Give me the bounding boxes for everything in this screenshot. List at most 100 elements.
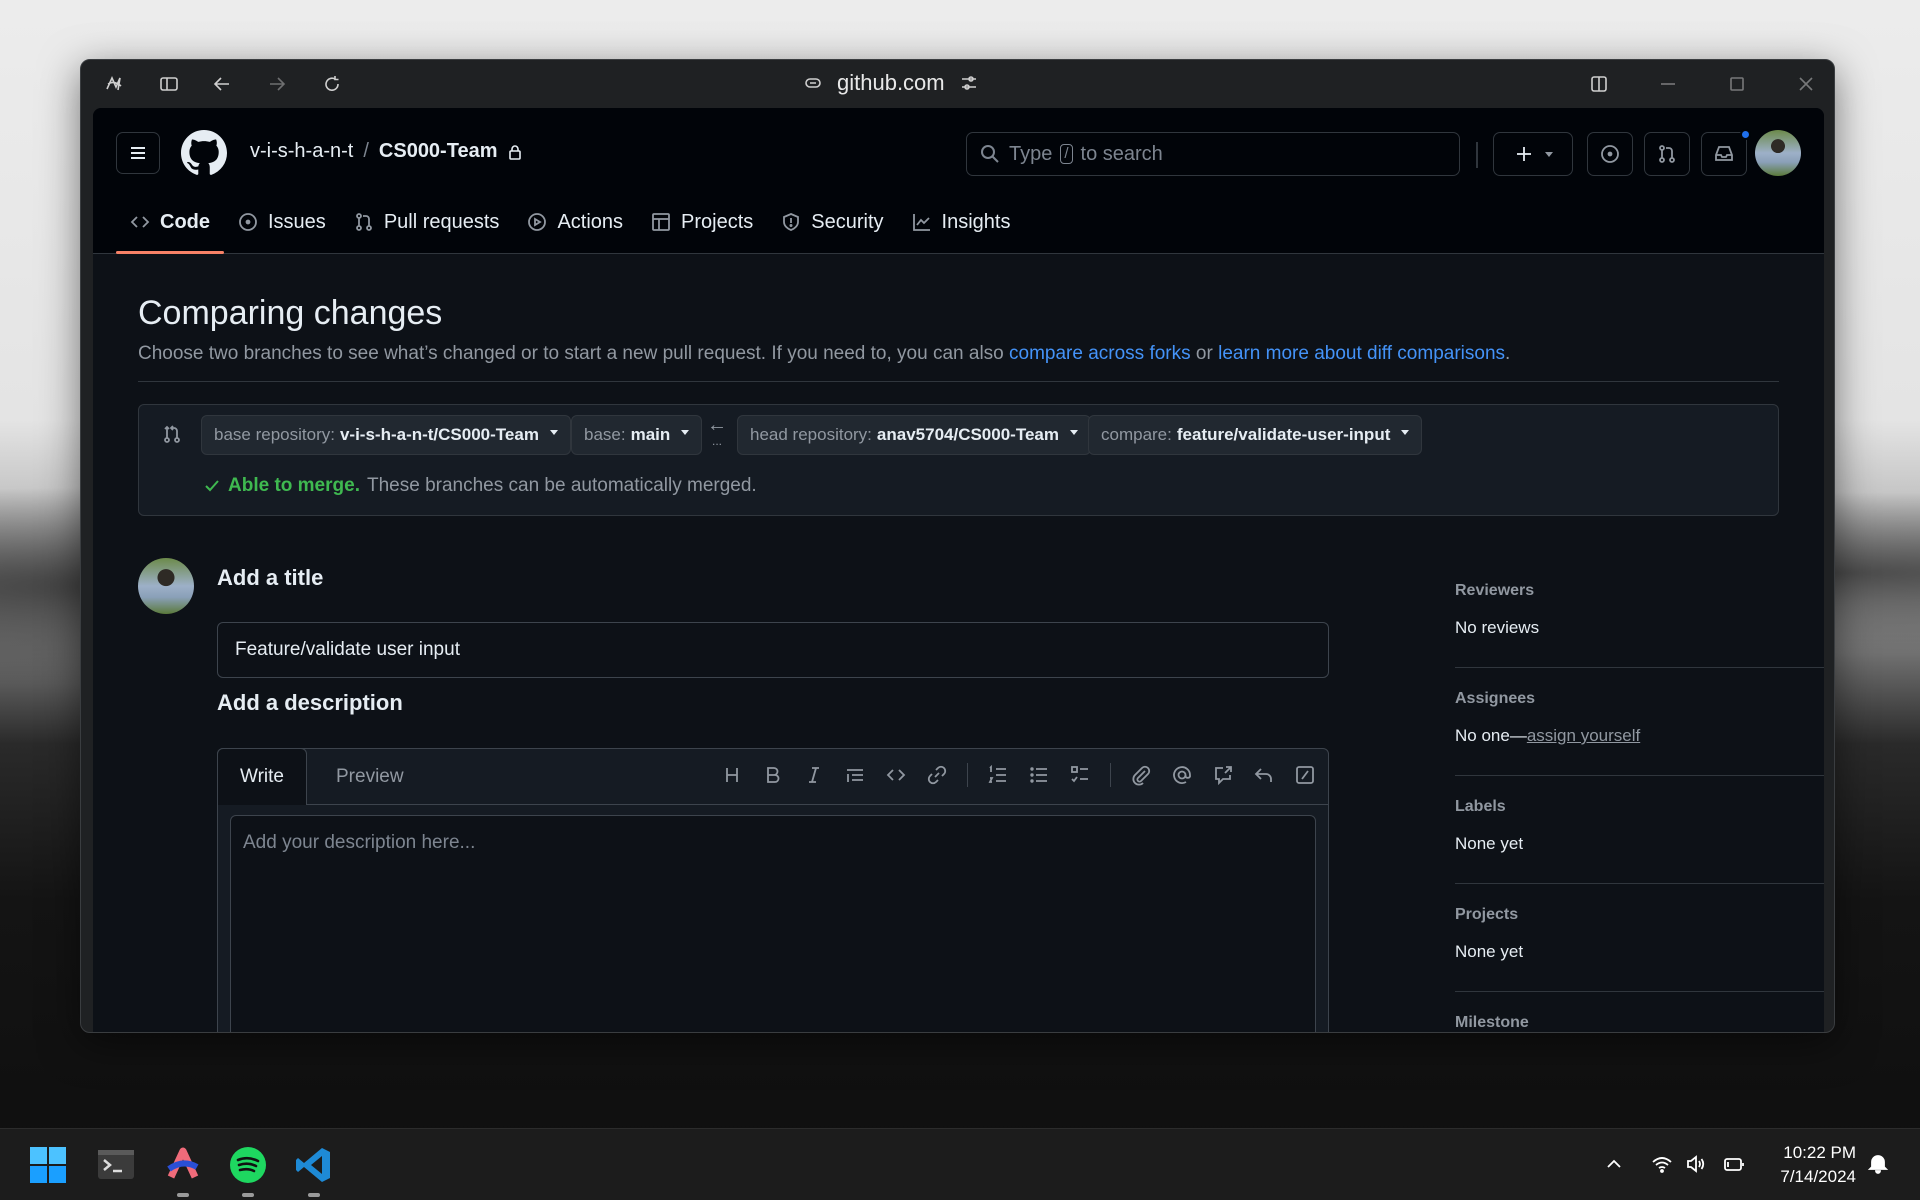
- tab-code[interactable]: Code: [116, 194, 224, 254]
- battery-icon[interactable]: [1723, 1153, 1745, 1180]
- minimize-icon[interactable]: [1657, 73, 1679, 95]
- tab-insights[interactable]: Insights: [898, 194, 1025, 250]
- chevron-down-icon: [1545, 151, 1553, 157]
- editor-tabs: Write Preview: [217, 748, 1328, 805]
- search-placeholder-after: to search: [1080, 142, 1163, 165]
- markdown-toolbar: [721, 763, 1316, 787]
- link-icon: [805, 78, 821, 88]
- tab-label: Code: [160, 210, 210, 233]
- italic-icon[interactable]: [803, 764, 825, 786]
- hamburger-icon: [131, 147, 145, 159]
- sidebar-value: No reviews: [1455, 618, 1540, 637]
- slash-command-icon[interactable]: [1294, 764, 1316, 786]
- base-repository-select[interactable]: base repository: v-i-s-h-a-n-t/CS000-Team: [201, 415, 571, 455]
- tab-security[interactable]: Security: [767, 194, 897, 250]
- bold-icon[interactable]: [762, 764, 784, 786]
- cross-reference-icon[interactable]: [1212, 764, 1234, 786]
- address-bar[interactable]: github.com: [803, 70, 979, 96]
- preview-tab[interactable]: Preview: [314, 748, 426, 805]
- app-logo-icon[interactable]: [103, 73, 125, 95]
- unordered-list-icon[interactable]: [1028, 764, 1050, 786]
- pr-title-input[interactable]: [217, 622, 1329, 678]
- task-list-icon[interactable]: [1069, 764, 1091, 786]
- sidebar-reviewers: Reviewers No reviews: [1455, 560, 1824, 668]
- tab-issues[interactable]: Issues: [224, 194, 340, 250]
- attachment-icon[interactable]: [1130, 764, 1152, 786]
- system-clock[interactable]: 10:22 PM 7/14/2024: [1766, 1141, 1856, 1189]
- tab-actions[interactable]: Actions: [513, 194, 637, 250]
- create-new-button[interactable]: [1493, 132, 1573, 176]
- head-repository-select[interactable]: head repository: anav5704/CS000-Team: [737, 415, 1091, 455]
- caret-down-icon: [549, 429, 558, 435]
- caret-down-icon: [1069, 429, 1078, 435]
- description-textarea[interactable]: Add your description here...: [230, 815, 1316, 1032]
- tab-projects[interactable]: Projects: [637, 194, 767, 250]
- sidebar-heading: Projects: [1455, 906, 1519, 923]
- title-heading: Add a title: [217, 565, 324, 590]
- sidebar-toggle-icon[interactable]: [158, 73, 180, 95]
- page-title: Comparing changes: [138, 294, 443, 332]
- table-icon: [652, 213, 670, 231]
- pull-requests-button[interactable]: [1644, 132, 1690, 176]
- code-icon: [130, 216, 150, 228]
- search-input[interactable]: Type / to search: [966, 132, 1460, 176]
- code-icon[interactable]: [885, 764, 907, 786]
- notification-bell-icon[interactable]: [1867, 1153, 1889, 1180]
- main-content: Comparing changes Choose two branches to…: [138, 254, 1824, 1032]
- base-branch-select[interactable]: base: main: [571, 415, 703, 455]
- check-icon: [205, 480, 219, 492]
- assign-yourself-link[interactable]: assign yourself: [1527, 726, 1640, 745]
- inbox-button[interactable]: [1701, 129, 1751, 176]
- menu-button[interactable]: [116, 132, 160, 174]
- sidebar-projects: Projects None yet: [1455, 884, 1824, 992]
- sidebar-heading: Reviewers: [1455, 582, 1535, 599]
- windows-start-icon[interactable]: [28, 1145, 68, 1185]
- tab-pull-requests[interactable]: Pull requests: [340, 194, 514, 250]
- sidebar-heading: Milestone: [1455, 1014, 1529, 1031]
- caret-down-icon: [1401, 429, 1410, 435]
- split-view-icon[interactable]: [1588, 73, 1610, 95]
- merge-status-text: These branches can be automatically merg…: [366, 475, 757, 496]
- forward-icon[interactable]: [266, 73, 288, 95]
- inbox-icon: [1715, 146, 1733, 161]
- owner-link[interactable]: v-i-s-h-a-n-t: [250, 140, 353, 163]
- heading-icon[interactable]: [721, 764, 743, 786]
- arc-browser-icon[interactable]: [163, 1145, 203, 1197]
- terminal-icon[interactable]: [96, 1145, 136, 1185]
- issues-button[interactable]: [1587, 132, 1633, 176]
- select-label: compare:: [1101, 425, 1172, 444]
- compare-across-forks-link[interactable]: compare across forks: [1009, 343, 1191, 364]
- sidebar-heading: Labels: [1455, 798, 1506, 815]
- repo-link[interactable]: CS000-Team: [379, 140, 498, 163]
- volume-icon[interactable]: [1685, 1153, 1707, 1180]
- sidebar-milestone: Milestone: [1455, 992, 1824, 1032]
- ordered-list-icon[interactable]: [987, 764, 1009, 786]
- site-settings-icon[interactable]: [959, 73, 979, 93]
- user-avatar[interactable]: [1755, 130, 1801, 176]
- maximize-icon[interactable]: [1726, 73, 1748, 95]
- vscode-icon[interactable]: [294, 1145, 334, 1197]
- select-value: anav5704/CS000-Team: [876, 425, 1059, 444]
- saved-reply-icon[interactable]: [1253, 764, 1275, 786]
- search-shortcut-key: /: [1060, 144, 1073, 164]
- spotify-icon[interactable]: [228, 1145, 268, 1197]
- github-logo-icon[interactable]: [181, 130, 227, 176]
- pull-request-icon: [1659, 145, 1675, 163]
- close-icon[interactable]: [1795, 73, 1817, 95]
- write-tab[interactable]: Write: [217, 748, 307, 805]
- learn-more-diff-link[interactable]: learn more about diff comparisons: [1218, 343, 1505, 364]
- running-indicator: [177, 1193, 189, 1197]
- lock-icon: [509, 144, 522, 160]
- chevron-up-icon[interactable]: [1603, 1153, 1625, 1180]
- quote-icon[interactable]: [844, 764, 866, 786]
- description-heading: Add a description: [217, 690, 403, 715]
- search-icon: [981, 145, 999, 163]
- mention-icon[interactable]: [1171, 764, 1193, 786]
- wifi-icon[interactable]: [1651, 1153, 1673, 1180]
- repo-tabs: Code Issues Pull requests Actions Projec…: [116, 194, 1024, 254]
- link-icon[interactable]: [926, 764, 948, 786]
- back-icon[interactable]: [211, 73, 233, 95]
- reload-icon[interactable]: [321, 73, 343, 95]
- compare-branch-select[interactable]: compare: feature/validate-user-input: [1088, 415, 1423, 455]
- subtitle-period: .: [1505, 343, 1511, 364]
